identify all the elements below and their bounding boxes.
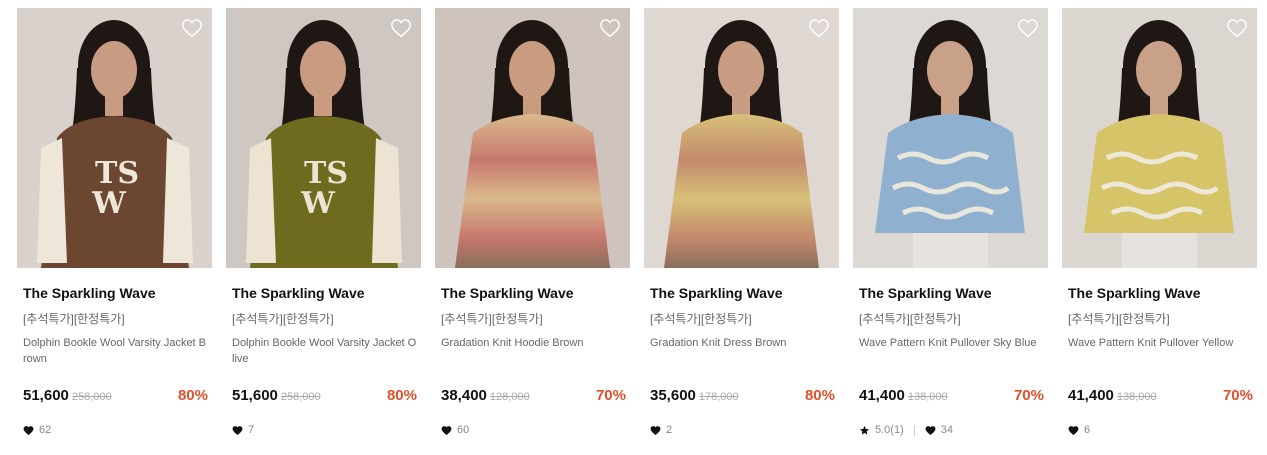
product-name[interactable]: Wave Pattern Knit Pullover Sky Blue xyxy=(859,335,1045,367)
product-card[interactable]: The Sparkling Wave [추석특가][한정특가] Gradation … xyxy=(644,8,839,438)
product-meta: 2 xyxy=(650,422,839,438)
discount-rate: 80% xyxy=(177,387,208,404)
like-count-value: 6 xyxy=(1084,424,1091,436)
product-image[interactable]: TS W xyxy=(226,8,421,268)
discount-rate: 70% xyxy=(1222,387,1253,404)
sale-price: 35,600 xyxy=(650,387,696,404)
product-card[interactable]: The Sparkling Wave [추석특가][한정특가] Wave Patte… xyxy=(853,8,1048,438)
product-meta: 5.0(1) 34 xyxy=(859,422,1048,438)
product-card[interactable]: The Sparkling Wave [추석특가][한정특가] Wave Patte… xyxy=(1062,8,1257,438)
like-count: 2 xyxy=(650,424,672,436)
like-count-value: 34 xyxy=(940,424,953,436)
like-count: 6 xyxy=(1068,424,1090,436)
brand-name[interactable]: The Sparkling Wave xyxy=(859,285,1048,302)
sale-price: 41,400 xyxy=(859,387,905,404)
original-price: 258,000 xyxy=(71,391,112,403)
wishlist-heart-icon[interactable] xyxy=(599,17,621,38)
wishlist-heart-icon[interactable] xyxy=(1226,17,1248,38)
discount-rate: 80% xyxy=(386,387,417,404)
product-name[interactable]: Dolphin Bookle Wool Varsity Jacket Brown xyxy=(23,335,209,367)
promo-tags: [추석특가][한정특가] xyxy=(650,312,752,326)
promo-tags: [추석특가][한정특가] xyxy=(23,312,125,326)
like-count: 60 xyxy=(441,424,469,436)
product-image[interactable] xyxy=(435,8,630,268)
product-photo xyxy=(1062,8,1257,268)
product-card[interactable]: The Sparkling Wave [추석특가][한정특가] Gradation … xyxy=(435,8,630,438)
discount-rate: 80% xyxy=(804,387,835,404)
brand-name[interactable]: The Sparkling Wave xyxy=(1068,285,1257,302)
heart-icon xyxy=(232,425,243,436)
product-image[interactable] xyxy=(1062,8,1257,268)
like-count-value: 60 xyxy=(457,424,470,436)
promo-tags: [추석특가][한정특가] xyxy=(1068,312,1170,326)
wishlist-heart-icon[interactable] xyxy=(1017,17,1039,38)
price-row: 35,600 178,000 80% xyxy=(650,387,835,407)
wishlist-heart-icon[interactable] xyxy=(808,17,830,38)
product-card[interactable]: TS W The Sparkling Wave [추석특가][한정특가] Dolphin… xyxy=(17,8,212,438)
product-photo: TSW xyxy=(17,8,212,268)
sale-price: 51,600 xyxy=(232,387,278,404)
product-meta: 62 xyxy=(23,422,212,438)
price-row: 38,400 128,000 70% xyxy=(441,387,626,407)
promo-tags: [추석특가][한정특가] xyxy=(441,312,543,326)
sale-price: 41,400 xyxy=(1068,387,1114,404)
like-count-value: 62 xyxy=(39,424,52,436)
promo-tags: [추석특가][한정특가] xyxy=(859,312,961,326)
product-name[interactable]: Dolphin Bookle Wool Varsity Jacket Olive xyxy=(232,335,418,367)
original-price: 128,000 xyxy=(489,391,530,403)
product-card[interactable]: TS W The Sparkling Wave [추석특가][한정특가] Dolphin… xyxy=(226,8,421,438)
product-name[interactable]: Gradation Knit Dress Brown xyxy=(650,335,836,367)
rating: 5.0(1) xyxy=(859,424,904,436)
heart-icon xyxy=(441,425,452,436)
brand-name[interactable]: The Sparkling Wave xyxy=(650,285,839,302)
rating-value: 5.0(1) xyxy=(875,424,904,436)
wishlist-heart-icon[interactable] xyxy=(390,17,412,38)
heart-icon xyxy=(925,425,936,436)
sale-price: 38,400 xyxy=(441,387,487,404)
brand-name[interactable]: The Sparkling Wave xyxy=(232,285,421,302)
like-count: 62 xyxy=(23,424,51,436)
original-price: 178,000 xyxy=(698,391,739,403)
product-meta: 6 xyxy=(1068,422,1257,438)
heart-icon xyxy=(23,425,34,436)
product-name[interactable]: Wave Pattern Knit Pullover Yellow xyxy=(1068,335,1254,367)
sale-price: 51,600 xyxy=(23,387,69,404)
like-count: 7 xyxy=(232,424,254,436)
heart-icon xyxy=(1068,425,1079,436)
heart-icon xyxy=(650,425,661,436)
product-photo xyxy=(644,8,839,268)
promo-tags: [추석특가][한정특가] xyxy=(232,312,334,326)
price-row: 41,400 138,000 70% xyxy=(859,387,1044,407)
product-photo: TSW xyxy=(226,8,421,268)
price-row: 51,600 258,000 80% xyxy=(232,387,417,407)
product-image[interactable] xyxy=(644,8,839,268)
svg-text:W: W xyxy=(300,186,336,221)
star-icon xyxy=(859,425,870,436)
like-count: 34 xyxy=(925,424,953,436)
original-price: 138,000 xyxy=(907,391,948,403)
product-photo xyxy=(435,8,630,268)
product-meta: 60 xyxy=(441,422,630,438)
price-row: 51,600 258,000 80% xyxy=(23,387,208,407)
wishlist-heart-icon[interactable] xyxy=(181,17,203,38)
brand-name[interactable]: The Sparkling Wave xyxy=(23,285,212,302)
product-image[interactable] xyxy=(853,8,1048,268)
original-price: 258,000 xyxy=(280,391,321,403)
product-name[interactable]: Gradation Knit Hoodie Brown xyxy=(441,335,627,367)
divider xyxy=(913,424,915,436)
brand-name[interactable]: The Sparkling Wave xyxy=(441,285,630,302)
product-grid: TS W The Sparkling Wave [추석특가][한정특가] Dolphin… xyxy=(0,0,1267,455)
original-price: 138,000 xyxy=(1116,391,1157,403)
like-count-value: 7 xyxy=(248,424,255,436)
price-row: 41,400 138,000 70% xyxy=(1068,387,1253,407)
discount-rate: 70% xyxy=(595,387,626,404)
product-photo xyxy=(853,8,1048,268)
product-image[interactable]: TS W xyxy=(17,8,212,268)
product-meta: 7 xyxy=(232,422,421,438)
svg-text:W: W xyxy=(91,186,127,221)
like-count-value: 2 xyxy=(666,424,673,436)
discount-rate: 70% xyxy=(1013,387,1044,404)
